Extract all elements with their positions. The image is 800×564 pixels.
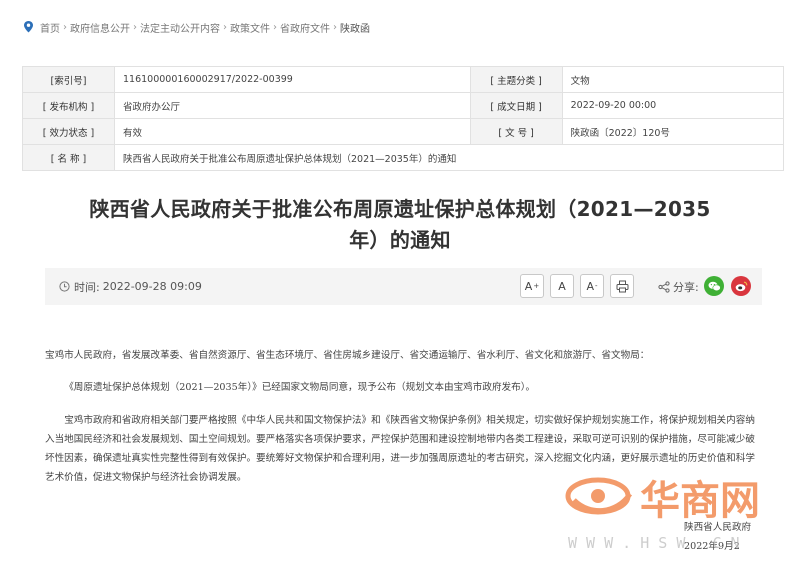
font-shrink-label: A xyxy=(586,279,594,293)
share-label: 分享: xyxy=(673,280,699,294)
signature: 陕西省人民政府 xyxy=(684,522,752,533)
validity-value: 有效 xyxy=(114,118,471,145)
wechat-icon xyxy=(708,281,721,291)
requirements-paragraph: 宝鸡市政府和省政府相关部门要严格按照《中华人民共和国文物保护法》和《陕西省文物保… xyxy=(45,415,755,483)
breadcrumb-policy[interactable]: 政策文件 xyxy=(230,20,270,35)
breadcrumb-current[interactable]: 陕政函 xyxy=(340,20,370,35)
plus-icon: + xyxy=(533,282,540,290)
font-enlarge-button[interactable]: A + xyxy=(520,274,544,298)
title-line-1: 陕西省人民政府关于批准公布周原遗址保护总体规划（2021—2035 xyxy=(89,197,711,221)
breadcrumb-home[interactable]: 首页 xyxy=(40,20,60,35)
print-icon xyxy=(616,280,628,292)
breadcrumb-separator: › xyxy=(273,21,277,33)
table-row: [ 效力状态 ] 有效 [ 文 号 ] 陕政函〔2022〕120号 xyxy=(22,118,785,145)
breadcrumb-gov-info[interactable]: 政府信息公开 xyxy=(70,20,130,35)
wechat-share-button[interactable] xyxy=(704,276,724,296)
title-line-2: 年）的通知 xyxy=(349,228,451,252)
breadcrumb-separator: › xyxy=(333,21,337,33)
breadcrumb-province-docs[interactable]: 省政府文件 xyxy=(280,20,330,35)
publisher-value: 省政府办公厅 xyxy=(114,92,471,119)
doc-number-value: 陕政函〔2022〕120号 xyxy=(561,118,785,145)
notice-paragraph: 《周原遗址保护总体规划（2021—2035年）》已经国家文物局同意，现予公布（规… xyxy=(64,382,536,393)
topic-label: [ 主题分类 ] xyxy=(469,66,563,93)
time-value: 2022-09-28 09:09 xyxy=(102,280,202,293)
breadcrumb-statutory[interactable]: 法定主动公开内容 xyxy=(140,20,220,35)
weibo-share-button[interactable] xyxy=(731,276,751,296)
font-normal-button[interactable]: A xyxy=(550,274,574,298)
addressee-paragraph: 宝鸡市人民政府，省发展改革委、省自然资源厅、省生态环境厅、省住房城乡建设厅、省交… xyxy=(45,350,650,361)
table-row: [ 名 称 ] 陕西省人民政府关于批准公布周原遗址保护总体规划（2021—203… xyxy=(22,144,784,171)
font-enlarge-label: A xyxy=(524,279,533,293)
name-label: [ 名 称 ] xyxy=(22,144,115,171)
date-label: [ 成文日期 ] xyxy=(469,92,563,119)
breadcrumb-separator: › xyxy=(223,21,227,33)
name-value: 陕西省人民政府关于批准公布周原遗址保护总体规划（2021—2035年）的通知 xyxy=(114,144,784,171)
index-no-label: [索引号] xyxy=(22,66,115,93)
weibo-icon xyxy=(735,281,747,291)
font-normal-label: A xyxy=(558,279,566,293)
publisher-label: [ 发布机构 ] xyxy=(22,92,115,119)
topic-value: 文物 xyxy=(561,66,785,93)
time-label: 时间: xyxy=(74,280,100,294)
article-toolbar: 时间: 2022-09-28 09:09 A + A A- 分享: xyxy=(45,268,762,305)
minus-icon: - xyxy=(595,282,598,290)
font-shrink-button[interactable]: A- xyxy=(580,274,604,298)
share-area: 分享: xyxy=(658,268,699,305)
date-value: 2022-09-20 00:00 xyxy=(561,92,785,119)
document-meta-table: [索引号] 11610000016000291​7/2022-00399 [ 主… xyxy=(22,66,785,171)
doc-number-label: [ 文 号 ] xyxy=(469,118,563,145)
table-row: [索引号] 11610000016000291​7/2022-00399 [ 主… xyxy=(22,66,785,93)
table-row: [ 发布机构 ] 省政府办公厅 [ 成文日期 ] 2022-09-20 00:0… xyxy=(22,92,785,119)
publish-time: 时间: 2022-09-28 09:09 xyxy=(59,268,202,305)
signature-date: 2022年9月2 xyxy=(684,541,740,552)
page-title: 陕西省人民政府关于批准公布周原遗址保护总体规划（2021—2035 年）的通知 xyxy=(60,194,740,256)
share-icon xyxy=(658,280,670,293)
clock-icon xyxy=(59,281,70,292)
validity-label: [ 效力状态 ] xyxy=(22,118,115,145)
document-body: 宝鸡市人民政府，省发展改革委、省自然资源厅、省生态环境厅、省住房城乡建设厅、省交… xyxy=(45,346,762,501)
breadcrumb: 首页 › 政府信息公开 › 法定主动公开内容 › 政策文件 › 省政府文件 › … xyxy=(22,19,370,35)
breadcrumb-separator: › xyxy=(63,21,67,33)
breadcrumb-separator: › xyxy=(133,21,137,33)
index-no-value: 11610000016000291​7/2022-00399 xyxy=(114,66,471,93)
print-button[interactable] xyxy=(610,274,634,298)
location-icon xyxy=(24,21,33,33)
